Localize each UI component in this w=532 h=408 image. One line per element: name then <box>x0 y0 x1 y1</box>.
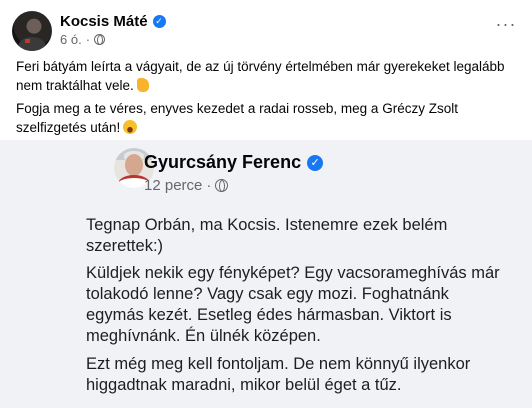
globe-icon[interactable] <box>94 34 106 45</box>
screenshot-meta: 12 perce · <box>144 177 229 194</box>
author-avatar[interactable] <box>12 11 52 51</box>
avatar-face <box>125 154 143 176</box>
screenshot-paragraph-1: Tegnap Orbán, ma Kocsis. Istenemre ezek … <box>86 216 448 255</box>
post-header: Kocsis Máté ✓ 6 ó. · ··· <box>12 11 520 51</box>
screenshot-timestamp: 12 perce <box>144 177 203 194</box>
screenshot-paragraph-2: Küldjek nekik egy fényképet? Egy vacsora… <box>86 264 500 345</box>
verified-badge-icon: ✓ <box>152 15 166 28</box>
screenshot-name-row: Gyurcsány Ferenc ✓ <box>144 152 324 173</box>
screenshot-author-name: Gyurcsány Ferenc <box>144 152 302 172</box>
facebook-post: Kocsis Máté ✓ 6 ó. · ··· Feri bátyám leí… <box>0 0 532 408</box>
more-options-icon[interactable]: ··· <box>492 13 520 41</box>
screenshot-post-card: Gyurcsány Ferenc ✓ 12 perce · Tegnap Orb… <box>34 140 532 408</box>
avatar-shirt <box>18 37 46 51</box>
screenshot-meta-separator: · <box>206 177 212 194</box>
thumbs-up-emoji <box>136 78 149 92</box>
avatar-detail <box>25 39 30 43</box>
screenshot-paragraph-3: Ezt még meg kell fontoljam. De nem könny… <box>86 355 471 394</box>
laughing-emoji <box>123 120 138 134</box>
post-paragraph-1-text: Feri bátyám leírta a vágyait, de az új t… <box>16 59 505 93</box>
post-meta: 6 ó. · <box>60 32 106 47</box>
meta-separator: · <box>85 32 91 47</box>
embedded-screenshot-image[interactable]: Gyurcsány Ferenc ✓ 12 perce · Tegnap Orb… <box>0 140 532 408</box>
post-timestamp[interactable]: 6 ó. <box>60 32 82 47</box>
author-name[interactable]: Kocsis Máté <box>60 13 148 30</box>
post-paragraph-2-text: Fogja meg a te véres, enyves kezedet a r… <box>16 101 458 135</box>
screenshot-globe-icon <box>215 179 229 192</box>
post-paragraph-1: Feri bátyám leírta a vágyait, de az új t… <box>16 57 521 95</box>
author-name-row: Kocsis Máté ✓ <box>60 13 166 30</box>
screenshot-verified-badge-icon: ✓ <box>307 154 324 171</box>
post-paragraph-2: Fogja meg a te véres, enyves kezedet a r… <box>16 99 521 137</box>
